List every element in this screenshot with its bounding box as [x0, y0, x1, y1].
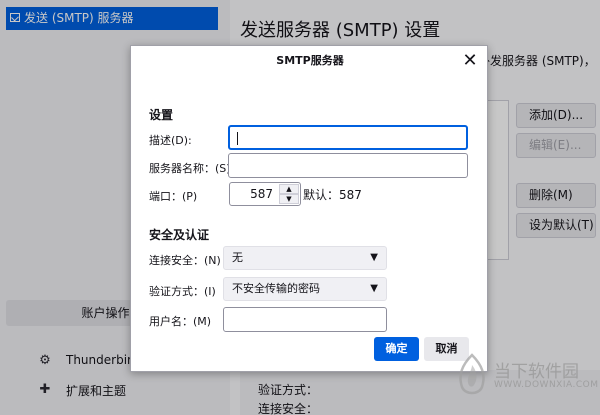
server-name-field[interactable] — [228, 153, 468, 178]
watermark-logo-icon — [459, 353, 485, 395]
text-caret — [237, 132, 238, 145]
security-heading: 安全及认证 — [149, 228, 210, 242]
chevron-up-icon[interactable]: ▲ — [279, 184, 299, 194]
username-label: 用户名：(M) — [149, 315, 212, 328]
auth-method-value: 不安全传输的密码 — [232, 282, 320, 295]
chevron-down-icon: ▼ — [370, 252, 378, 263]
conn-security-select[interactable]: 无 ▼ — [223, 246, 387, 270]
description-field[interactable] — [228, 125, 468, 150]
port-stepper-buttons: ▲ ▼ — [279, 184, 299, 204]
server-name-label: 服务器名称：(S) — [149, 162, 231, 175]
chevron-down-icon: ▼ — [370, 283, 378, 294]
username-field[interactable] — [223, 307, 387, 332]
auth-method-select[interactable]: 不安全传输的密码 ▼ — [223, 277, 387, 301]
close-icon[interactable]: ✕ — [459, 50, 481, 72]
default-port-text: 默认：587 — [303, 188, 362, 202]
port-value: 587 — [250, 187, 273, 201]
settings-heading: 设置 — [149, 108, 174, 122]
ok-button[interactable]: 确定 — [374, 337, 419, 361]
watermark-title: 当下软件园 — [494, 362, 579, 382]
description-label: 描述(D): — [149, 134, 192, 147]
conn-security-label: 连接安全：(N) — [149, 254, 221, 267]
conn-security-value: 无 — [232, 251, 243, 264]
auth-method-label: 验证方式：(I) — [149, 285, 216, 298]
dialog-title: SMTP服务器 — [276, 54, 344, 67]
watermark-url: WWW.DOWNXIA.COM — [494, 380, 599, 390]
chevron-down-icon[interactable]: ▼ — [279, 194, 299, 204]
smtp-server-dialog: SMTP服务器 ✕ 设置 描述(D): 服务器名称：(S) 端口：(P) 587… — [130, 45, 488, 372]
watermark: 当下软件园 WWW.DOWNXIA.COM — [452, 353, 598, 399]
port-label: 端口：(P) — [149, 190, 198, 203]
port-stepper[interactable]: 587 ▲ ▼ — [229, 182, 301, 206]
